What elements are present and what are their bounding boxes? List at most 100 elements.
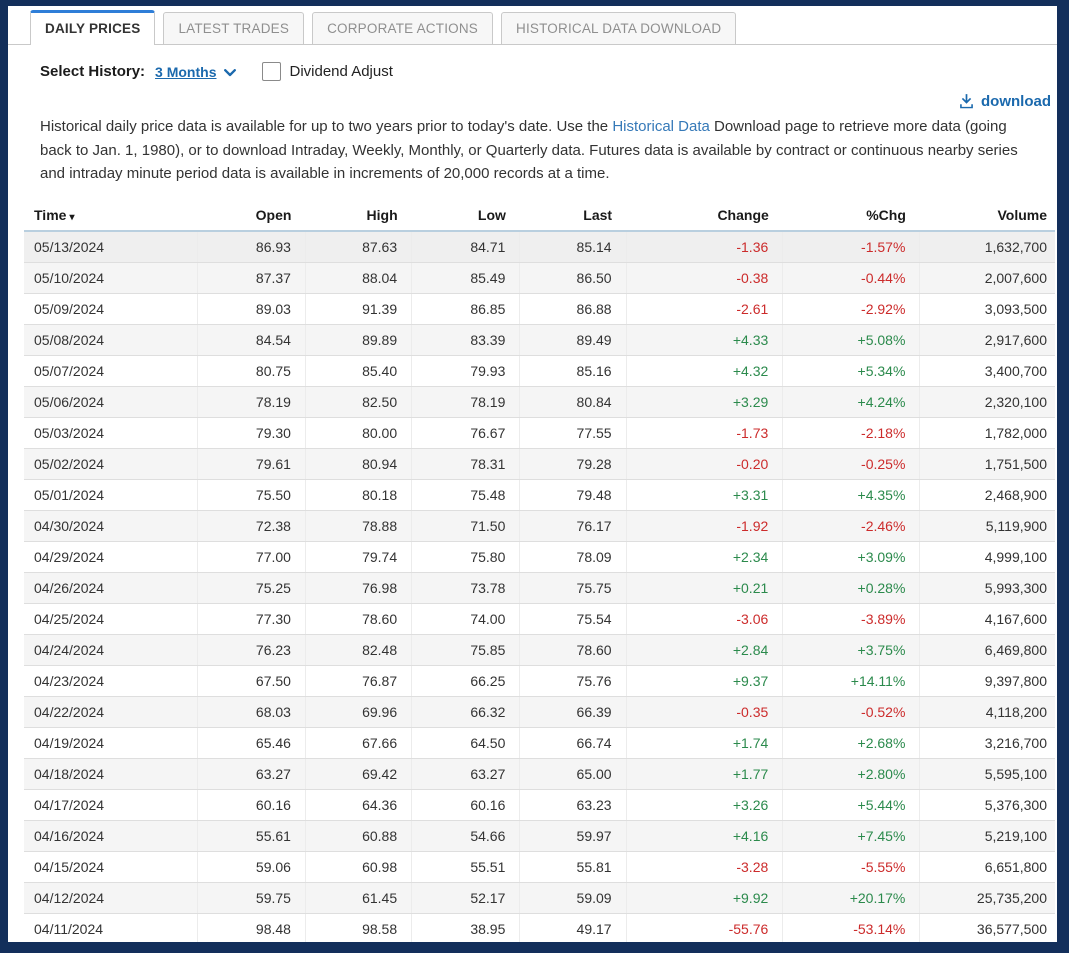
column-header-change[interactable]: Change xyxy=(626,200,783,231)
cell-volume: 3,093,500 xyxy=(920,293,1055,324)
cell-time: 05/03/2024 xyxy=(24,417,197,448)
column-header-time[interactable]: Time▾ xyxy=(24,200,197,231)
tab-latest-trades[interactable]: LATEST TRADES xyxy=(163,12,304,44)
cell-volume: 1,782,000 xyxy=(920,417,1055,448)
cell-high: 85.40 xyxy=(305,355,411,386)
cell-time: 04/26/2024 xyxy=(24,572,197,603)
cell-open: 60.16 xyxy=(197,789,305,820)
table-row[interactable]: 04/29/202477.0079.7475.8078.09+2.34+3.09… xyxy=(24,541,1055,572)
cell-open: 77.00 xyxy=(197,541,305,572)
cell-high: 88.04 xyxy=(305,262,411,293)
table-row[interactable]: 04/23/202467.5076.8766.2575.76+9.37+14.1… xyxy=(24,665,1055,696)
cell-change: -3.28 xyxy=(626,851,783,882)
cell-high: 87.63 xyxy=(305,231,411,263)
description-part1: Historical daily price data is available… xyxy=(40,118,612,135)
cell-last: 85.14 xyxy=(520,231,626,263)
cell-open: 75.25 xyxy=(197,572,305,603)
column-header-volume[interactable]: Volume xyxy=(920,200,1055,231)
cell-pct: +5.34% xyxy=(783,355,920,386)
cell-volume: 1,751,500 xyxy=(920,448,1055,479)
column-header-pctchg[interactable]: %Chg xyxy=(783,200,920,231)
cell-high: 61.45 xyxy=(305,882,411,913)
cell-time: 04/11/2024 xyxy=(24,913,197,942)
cell-open: 68.03 xyxy=(197,696,305,727)
tab-bar: DAILY PRICES LATEST TRADES CORPORATE ACT… xyxy=(8,6,1057,45)
cell-low: 63.27 xyxy=(412,758,520,789)
column-header-last[interactable]: Last xyxy=(520,200,626,231)
cell-last: 55.81 xyxy=(520,851,626,882)
table-row[interactable]: 05/06/202478.1982.5078.1980.84+3.29+4.24… xyxy=(24,386,1055,417)
table-row[interactable]: 05/10/202487.3788.0485.4986.50-0.38-0.44… xyxy=(24,262,1055,293)
dividend-adjust-checkbox[interactable] xyxy=(262,62,281,81)
cell-volume: 2,007,600 xyxy=(920,262,1055,293)
cell-last: 78.09 xyxy=(520,541,626,572)
table-row[interactable]: 04/15/202459.0660.9855.5155.81-3.28-5.55… xyxy=(24,851,1055,882)
table-row[interactable]: 04/22/202468.0369.9666.3266.39-0.35-0.52… xyxy=(24,696,1055,727)
column-header-high[interactable]: High xyxy=(305,200,411,231)
cell-pct: -2.18% xyxy=(783,417,920,448)
history-range-dropdown[interactable]: 3 Months xyxy=(155,64,235,80)
cell-high: 79.74 xyxy=(305,541,411,572)
cell-last: 49.17 xyxy=(520,913,626,942)
table-row[interactable]: 04/25/202477.3078.6074.0075.54-3.06-3.89… xyxy=(24,603,1055,634)
table-row[interactable]: 04/30/202472.3878.8871.5076.17-1.92-2.46… xyxy=(24,510,1055,541)
table-row[interactable]: 05/07/202480.7585.4079.9385.16+4.32+5.34… xyxy=(24,355,1055,386)
cell-time: 04/19/2024 xyxy=(24,727,197,758)
cell-low: 52.17 xyxy=(412,882,520,913)
table-row[interactable]: 04/24/202476.2382.4875.8578.60+2.84+3.75… xyxy=(24,634,1055,665)
cell-time: 04/25/2024 xyxy=(24,603,197,634)
tab-daily-prices[interactable]: DAILY PRICES xyxy=(30,10,155,45)
table-row[interactable]: 04/17/202460.1664.3660.1663.23+3.26+5.44… xyxy=(24,789,1055,820)
table-row[interactable]: 05/09/202489.0391.3986.8586.88-2.61-2.92… xyxy=(24,293,1055,324)
cell-change: -0.35 xyxy=(626,696,783,727)
select-history-label: Select History: xyxy=(40,63,145,80)
cell-time: 04/12/2024 xyxy=(24,882,197,913)
table-row[interactable]: 04/26/202475.2576.9873.7875.75+0.21+0.28… xyxy=(24,572,1055,603)
tab-corporate-actions[interactable]: CORPORATE ACTIONS xyxy=(312,12,493,44)
download-button[interactable]: download xyxy=(958,93,1051,110)
cell-high: 76.87 xyxy=(305,665,411,696)
cell-last: 78.60 xyxy=(520,634,626,665)
cell-last: 76.17 xyxy=(520,510,626,541)
table-row[interactable]: 05/03/202479.3080.0076.6777.55-1.73-2.18… xyxy=(24,417,1055,448)
cell-low: 79.93 xyxy=(412,355,520,386)
cell-low: 54.66 xyxy=(412,820,520,851)
table-row[interactable]: 04/16/202455.6160.8854.6659.97+4.16+7.45… xyxy=(24,820,1055,851)
cell-change: +3.31 xyxy=(626,479,783,510)
history-controls: Select History: 3 Months Dividend Adjust xyxy=(40,62,1057,81)
cell-high: 69.96 xyxy=(305,696,411,727)
cell-low: 74.00 xyxy=(412,603,520,634)
cell-pct: +20.17% xyxy=(783,882,920,913)
table-row[interactable]: 05/08/202484.5489.8983.3989.49+4.33+5.08… xyxy=(24,324,1055,355)
cell-open: 98.48 xyxy=(197,913,305,942)
table-row[interactable]: 04/12/202459.7561.4552.1759.09+9.92+20.1… xyxy=(24,882,1055,913)
cell-low: 84.71 xyxy=(412,231,520,263)
cell-time: 04/16/2024 xyxy=(24,820,197,851)
cell-pct: +4.35% xyxy=(783,479,920,510)
cell-change: +0.21 xyxy=(626,572,783,603)
table-row[interactable]: 05/13/202486.9387.6384.7185.14-1.36-1.57… xyxy=(24,231,1055,263)
table-row[interactable]: 05/01/202475.5080.1875.4879.48+3.31+4.35… xyxy=(24,479,1055,510)
cell-high: 60.88 xyxy=(305,820,411,851)
table-row[interactable]: 04/11/202498.4898.5838.9549.17-55.76-53.… xyxy=(24,913,1055,942)
column-header-low[interactable]: Low xyxy=(412,200,520,231)
cell-time: 05/07/2024 xyxy=(24,355,197,386)
cell-last: 59.97 xyxy=(520,820,626,851)
table-row[interactable]: 04/19/202465.4667.6664.5066.74+1.74+2.68… xyxy=(24,727,1055,758)
cell-open: 63.27 xyxy=(197,758,305,789)
cell-pct: +5.44% xyxy=(783,789,920,820)
cell-pct: +2.80% xyxy=(783,758,920,789)
chevron-down-icon xyxy=(224,64,236,80)
cell-volume: 5,993,300 xyxy=(920,572,1055,603)
cell-last: 75.76 xyxy=(520,665,626,696)
cell-open: 72.38 xyxy=(197,510,305,541)
table-row[interactable]: 05/02/202479.6180.9478.3179.28-0.20-0.25… xyxy=(24,448,1055,479)
cell-change: -1.36 xyxy=(626,231,783,263)
cell-change: -2.61 xyxy=(626,293,783,324)
historical-data-link[interactable]: Historical Data xyxy=(612,118,710,135)
tab-historical-data-download[interactable]: HISTORICAL DATA DOWNLOAD xyxy=(501,12,736,44)
table-row[interactable]: 04/18/202463.2769.4263.2765.00+1.77+2.80… xyxy=(24,758,1055,789)
cell-change: +4.16 xyxy=(626,820,783,851)
cell-change: -1.92 xyxy=(626,510,783,541)
column-header-open[interactable]: Open xyxy=(197,200,305,231)
